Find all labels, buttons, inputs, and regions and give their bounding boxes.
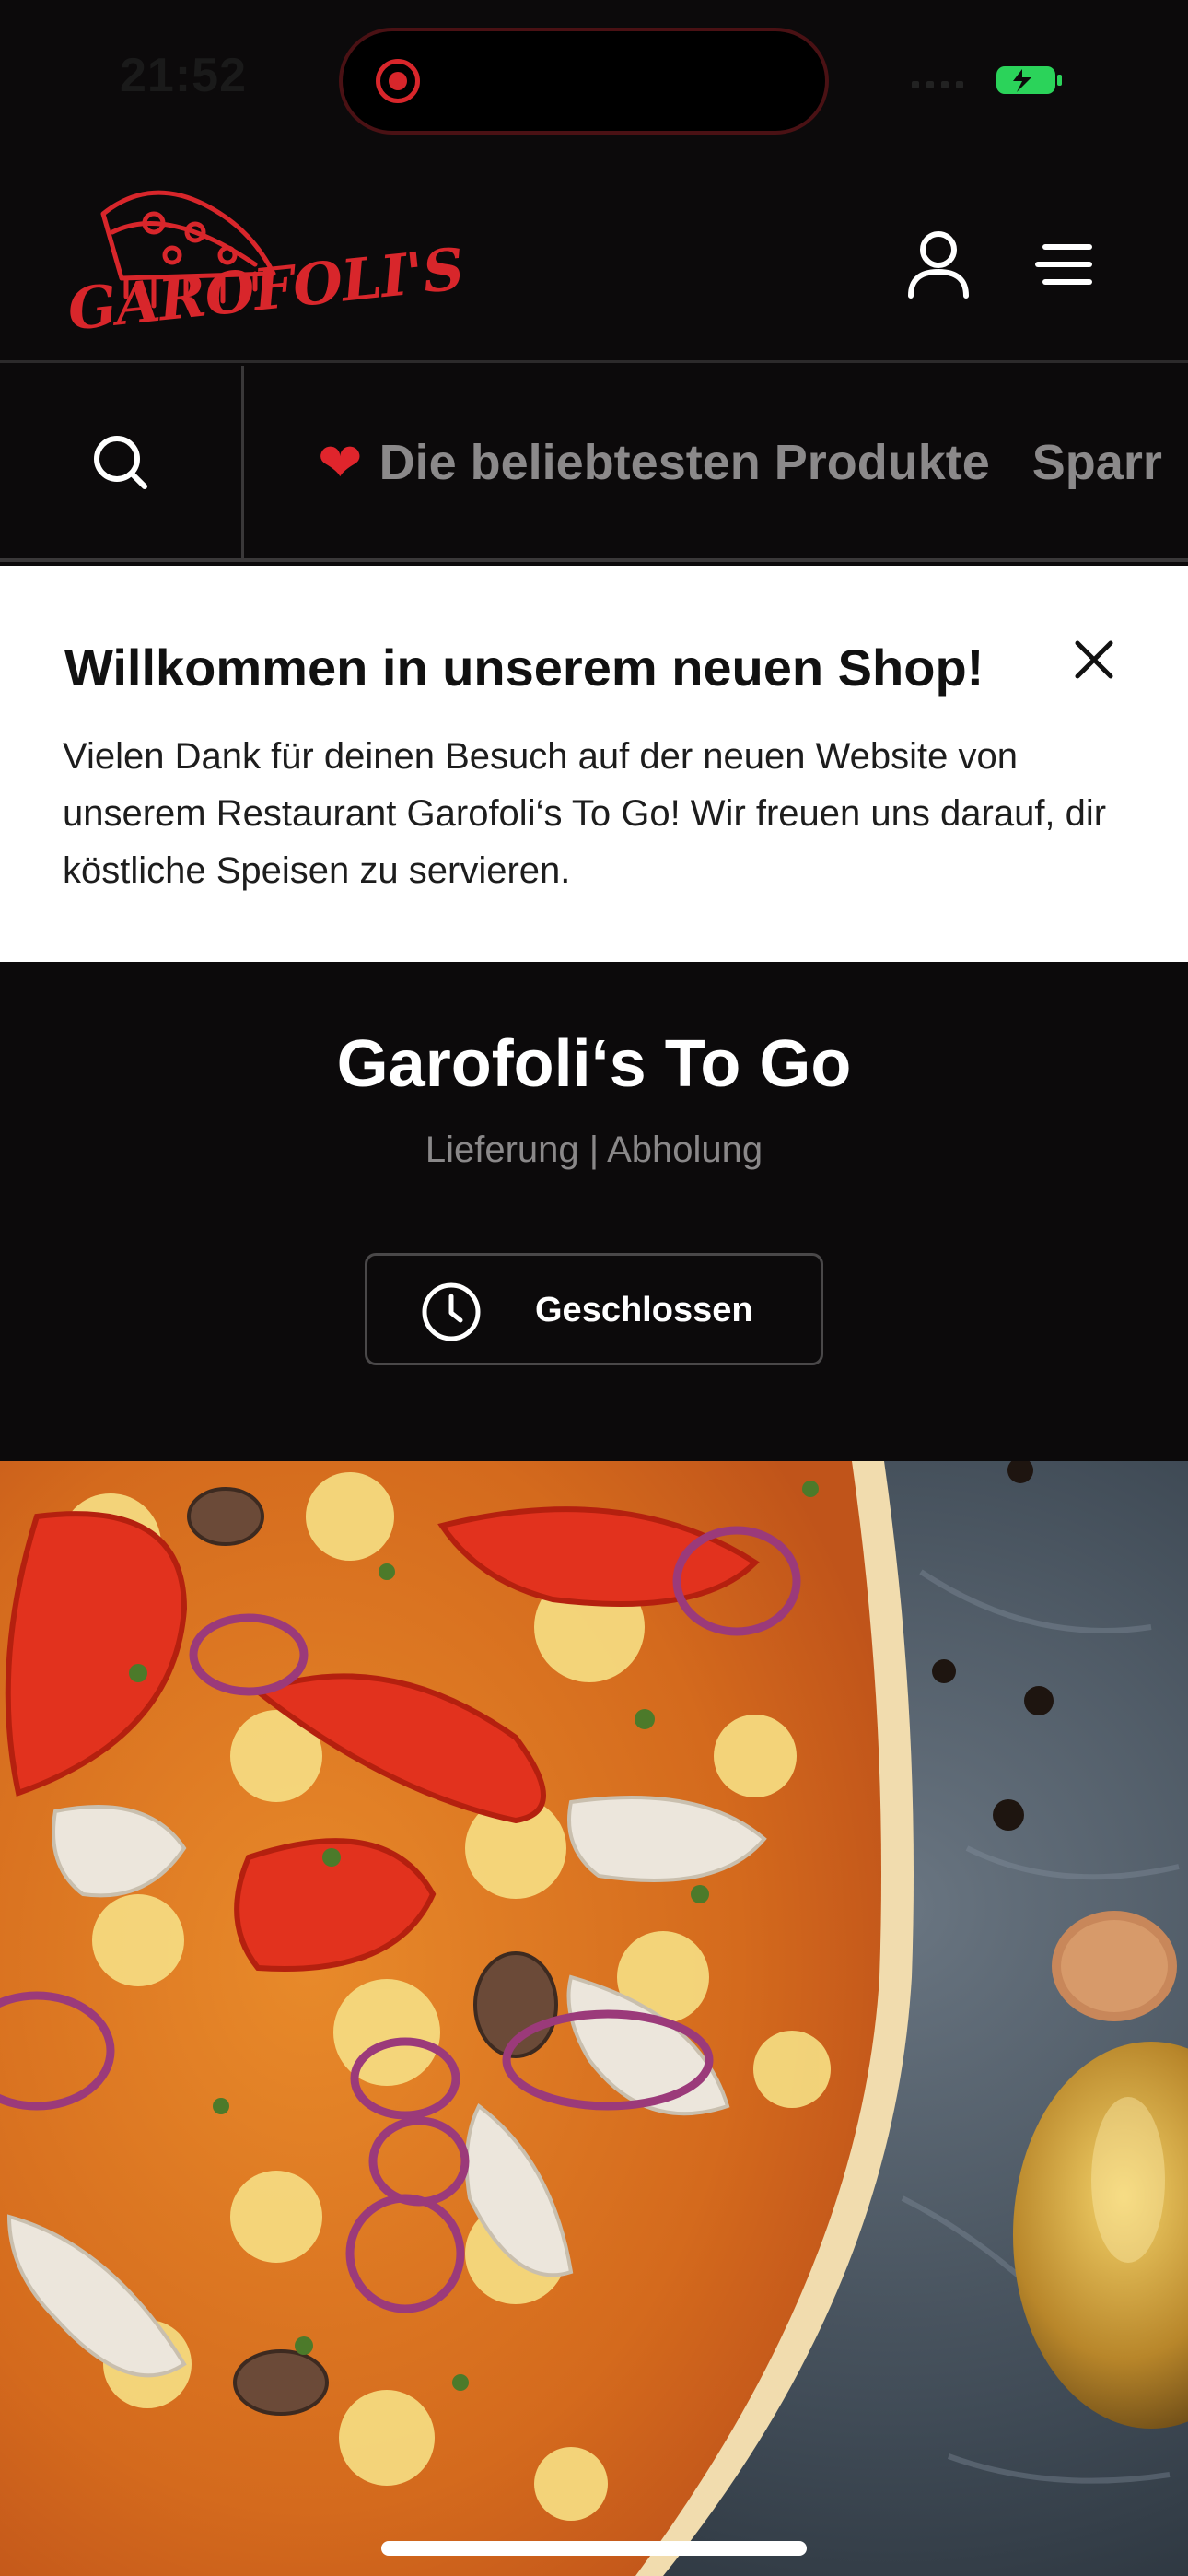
clock-icon: [422, 1282, 481, 1341]
shop-service-modes: Lieferung | Abholung: [425, 1130, 763, 1170]
hamburger-menu-icon: [1035, 244, 1092, 285]
search-icon: [94, 435, 147, 489]
home-indicator[interactable]: [381, 2541, 807, 2556]
category-item-label: Sparr: [1031, 434, 1162, 490]
close-icon: [1075, 640, 1113, 679]
dynamic-island: [339, 28, 829, 135]
search-button[interactable]: [0, 366, 244, 558]
category-item-popular-products[interactable]: ❤ Die beliebtesten Produkte: [318, 431, 990, 494]
pizza-hero-image: [0, 1461, 1188, 2576]
close-banner-button[interactable]: [1061, 626, 1127, 693]
welcome-banner-text: Vielen Dank für deinen Besuch auf der ne…: [63, 736, 1107, 891]
welcome-banner: Willkommen in unserem neuen Shop! Vielen…: [0, 566, 1188, 962]
cellular-signal-icon: [912, 81, 963, 88]
heart-icon: ❤: [318, 430, 363, 494]
status-bar: 21:52: [0, 0, 1188, 157]
category-bar: ❤ Die beliebtesten Produkte Sparr: [0, 366, 1188, 562]
account-button[interactable]: [897, 223, 980, 306]
user-icon: [908, 231, 969, 299]
opening-status-label: Geschlossen: [535, 1291, 753, 1329]
welcome-banner-title: Willkommen in unserem neuen Shop!: [64, 638, 984, 697]
recording-indicator-icon: [376, 59, 420, 103]
battery-icon: [996, 66, 1062, 94]
site-header: GAROFOLI'S: [0, 157, 1188, 363]
pizza-photo: [0, 1461, 1188, 2576]
shop-name: Garofoli‘s To Go: [336, 1027, 852, 1101]
category-item-label: Die beliebtesten Produkte: [379, 434, 990, 490]
shop-info: Garofoli‘s To Go Lieferung | Abholung Ge…: [0, 962, 1188, 1461]
garofolis-logo[interactable]: GAROFOLI'S: [64, 177, 466, 352]
menu-button[interactable]: [1022, 223, 1105, 306]
opening-status-button[interactable]: Geschlossen: [365, 1253, 823, 1365]
status-time: 21:52: [120, 49, 247, 102]
category-list: ❤ Die beliebtesten Produkte Sparr: [318, 366, 1162, 558]
category-item-sparr[interactable]: Sparr: [1032, 434, 1162, 491]
